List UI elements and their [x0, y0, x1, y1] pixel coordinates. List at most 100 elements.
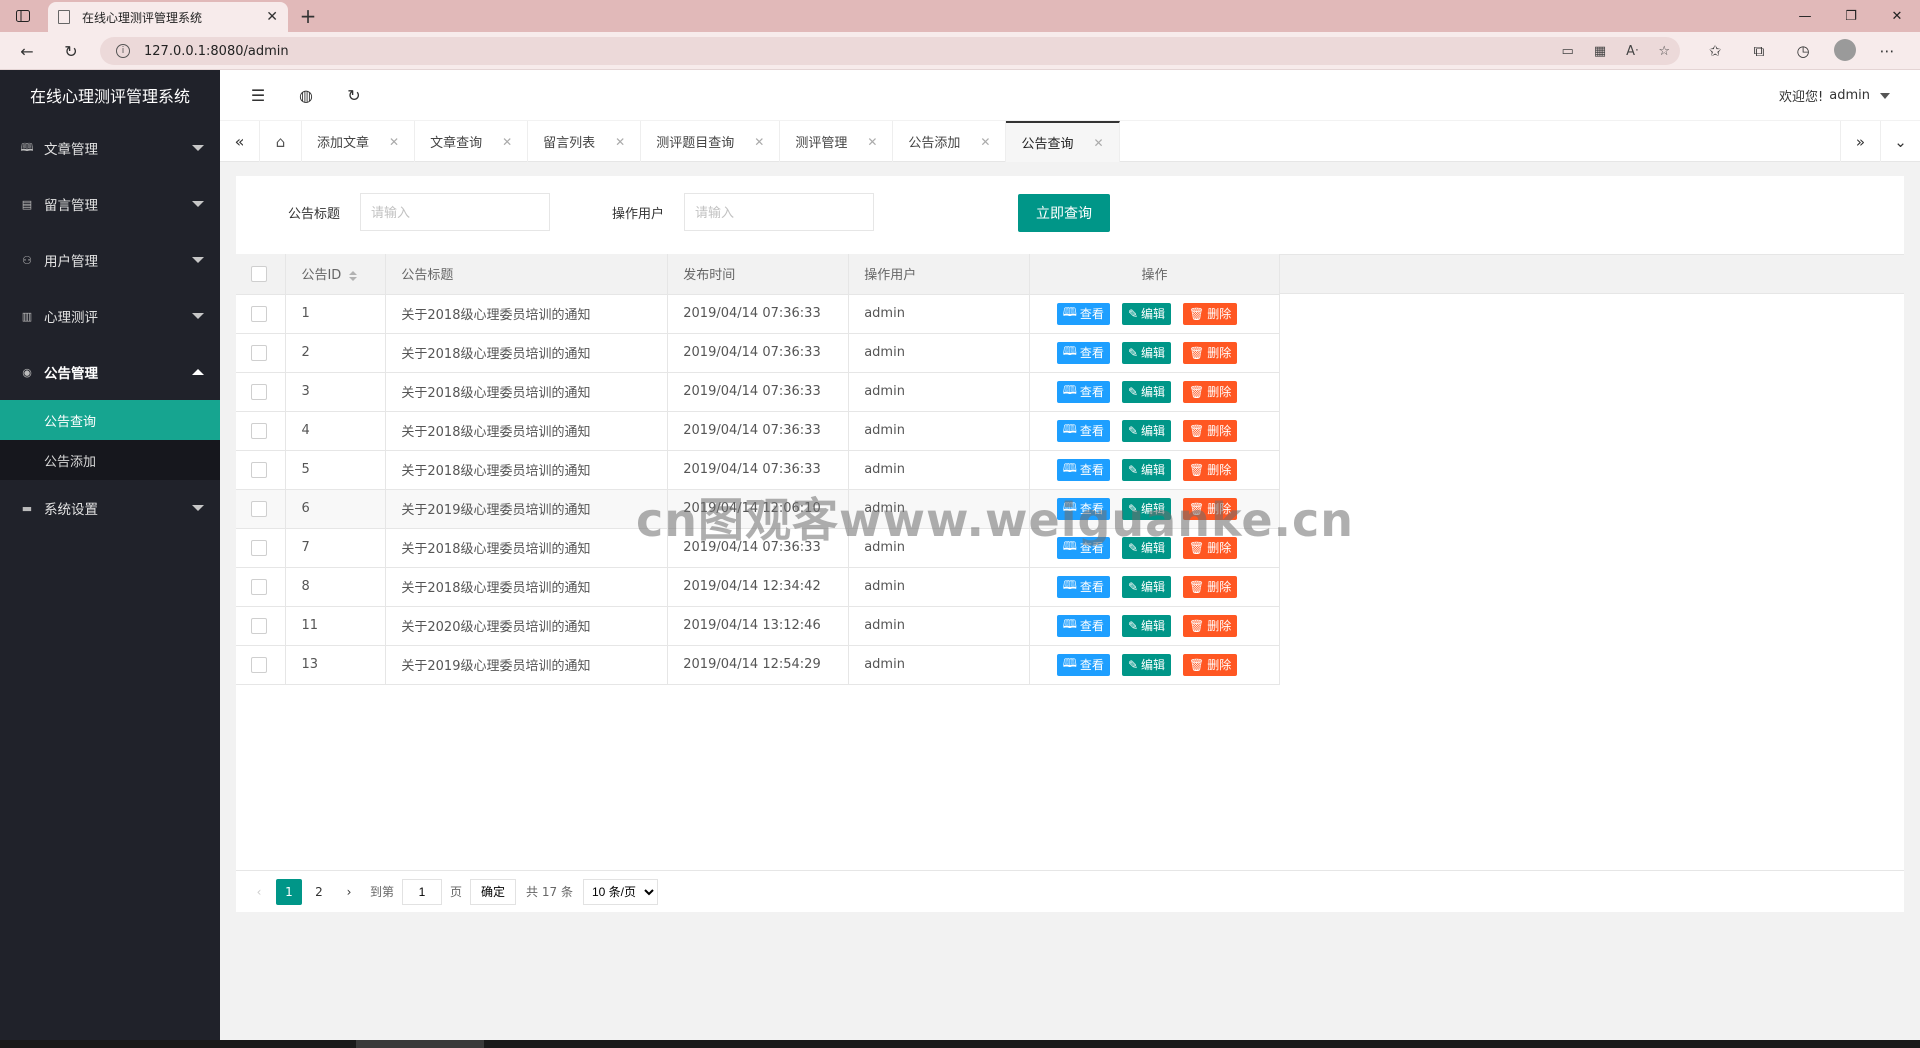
view-button[interactable]: 🕮 查看 [1056, 341, 1110, 364]
notice-title-input[interactable] [360, 193, 550, 231]
tab-close-icon[interactable]: ✕ [754, 135, 764, 149]
delete-button[interactable]: 🗑 删除 [1183, 341, 1238, 364]
page-1-button[interactable]: 1 [276, 878, 302, 905]
edit-button[interactable]: ✎ 编辑 [1121, 341, 1172, 364]
row-checkbox[interactable] [251, 344, 267, 361]
row-checkbox[interactable] [251, 461, 267, 478]
sidebar-subitem-notice-add[interactable]: 公告添加 [0, 440, 220, 480]
total-count: 共 17 条 [526, 885, 573, 899]
row-checkbox[interactable] [251, 656, 267, 673]
tab-message-list[interactable]: 留言列表 ✕ [528, 121, 642, 162]
col-id[interactable]: 公告ID [285, 254, 387, 295]
back-icon[interactable]: ← [14, 39, 40, 63]
sidebar-subitem-notice-query[interactable]: 公告查询 [0, 400, 220, 440]
select-all-checkbox[interactable] [251, 265, 267, 282]
view-button[interactable]: 🕮 查看 [1056, 380, 1110, 403]
goto-page-input[interactable] [402, 878, 443, 905]
cell-id: 3 [285, 372, 387, 412]
tabs-menu-chevron-icon[interactable]: ⌄ [1880, 121, 1920, 162]
tab-notice-query[interactable]: 公告查询 ✕ [1006, 121, 1120, 162]
delete-button[interactable]: 🗑 删除 [1183, 419, 1238, 442]
row-checkbox[interactable] [251, 383, 267, 400]
row-checkbox[interactable] [251, 578, 267, 595]
sidebar-item-users[interactable]: ⚇ 用户管理 [0, 232, 220, 288]
tabs-scroll-left-icon[interactable]: « [220, 121, 260, 162]
add-favorite-icon[interactable]: ☆ [1658, 44, 1670, 59]
delete-button[interactable]: 🗑 删除 [1183, 653, 1238, 676]
device-icon[interactable]: ▭ [1562, 44, 1574, 59]
tab-notice-add[interactable]: 公告添加 ✕ [893, 121, 1007, 162]
more-menu-icon[interactable]: ⋯ [1874, 39, 1900, 63]
tab-question-query[interactable]: 测评题目查询 ✕ [641, 121, 781, 162]
goto-confirm-button[interactable]: 确定 [470, 878, 517, 905]
edit-button[interactable]: ✎ 编辑 [1121, 380, 1172, 403]
edit-button[interactable]: ✎ 编辑 [1121, 653, 1172, 676]
tab-assessment-manage[interactable]: 测评管理 ✕ [780, 121, 894, 162]
new-tab-button[interactable]: + [296, 4, 320, 28]
history-icon[interactable]: ◷ [1790, 39, 1816, 63]
delete-button[interactable]: 🗑 删除 [1183, 380, 1238, 403]
close-window-button[interactable]: ✕ [1874, 0, 1920, 32]
edit-button[interactable]: ✎ 编辑 [1121, 614, 1172, 637]
next-page-icon[interactable]: › [336, 879, 362, 905]
page-2-button[interactable]: 2 [306, 879, 332, 905]
tab-close-icon[interactable]: ✕ [867, 135, 877, 149]
browser-tab[interactable]: 在线心理测评管理系统 ✕ [48, 2, 288, 32]
apps-icon[interactable]: ▦ [1594, 44, 1606, 59]
page-size-select[interactable]: 10 条/页 [582, 878, 658, 905]
sort-icon[interactable] [349, 270, 358, 281]
delete-button[interactable]: 🗑 删除 [1183, 614, 1238, 637]
edit-button[interactable]: ✎ 编辑 [1121, 458, 1172, 481]
edit-button[interactable]: ✎ 编辑 [1121, 302, 1172, 325]
view-button[interactable]: 🕮 查看 [1056, 653, 1110, 676]
sidebar-item-articles[interactable]: 🕮 文章管理 [0, 120, 220, 176]
sidebar-item-notices[interactable]: ◉ 公告管理 [0, 344, 220, 400]
delete-button[interactable]: 🗑 删除 [1183, 458, 1238, 481]
sidebar-item-settings[interactable]: ▬ 系统设置 [0, 480, 220, 536]
edit-button[interactable]: ✎ 编辑 [1121, 419, 1172, 442]
sidebar-item-messages[interactable]: ▤ 留言管理 [0, 176, 220, 232]
menu-collapse-icon[interactable]: ☰ [246, 83, 270, 107]
globe-icon[interactable]: ◍ [294, 83, 318, 107]
operator-input[interactable] [684, 193, 874, 231]
user-menu[interactable]: 欢迎您! admin [1779, 86, 1890, 105]
favorites-icon[interactable]: ✩ [1702, 39, 1728, 63]
collections-icon[interactable]: ⧉ [1746, 39, 1772, 63]
reload-icon[interactable]: ↻ [58, 39, 84, 63]
view-button[interactable]: 🕮 查看 [1056, 614, 1110, 637]
address-bar[interactable]: i 127.0.0.1:8080/admin ▭ ▦ Aᐧ ☆ [100, 37, 1680, 65]
row-checkbox[interactable] [251, 617, 267, 634]
row-checkbox[interactable] [251, 422, 267, 439]
tab-close-icon[interactable]: ✕ [389, 135, 399, 149]
site-info-icon[interactable]: i [116, 44, 130, 58]
prev-page-icon[interactable]: ‹ [246, 879, 272, 905]
view-button[interactable]: 🕮 查看 [1056, 458, 1110, 481]
tab-close-icon[interactable]: ✕ [266, 9, 278, 25]
tabs-scroll-right-icon[interactable]: » [1840, 121, 1880, 162]
delete-button[interactable]: 🗑 删除 [1183, 302, 1238, 325]
tab-article-query[interactable]: 文章查询 ✕ [415, 121, 529, 162]
tab-close-icon[interactable]: ✕ [980, 135, 990, 149]
minimize-button[interactable]: — [1782, 0, 1828, 32]
home-icon[interactable]: ⌂ [260, 121, 302, 162]
search-button[interactable]: 立即查询 [1018, 194, 1110, 232]
tab-close-icon[interactable]: ✕ [1093, 136, 1103, 150]
tab-close-icon[interactable]: ✕ [502, 135, 512, 149]
refresh-icon[interactable]: ↻ [342, 83, 366, 107]
sidebar-item-assessment[interactable]: ▥ 心理测评 [0, 288, 220, 344]
delete-button[interactable]: 🗑 删除 [1183, 575, 1238, 598]
tab-close-icon[interactable]: ✕ [615, 135, 625, 149]
read-aloud-icon[interactable]: Aᐧ [1626, 44, 1638, 59]
profile-avatar[interactable] [1834, 39, 1856, 61]
cell-id: 6 [285, 489, 387, 529]
tab-add-article[interactable]: 添加文章 ✕ [302, 121, 416, 162]
restore-button[interactable]: ❐ [1828, 0, 1874, 32]
row-checkbox[interactable] [251, 500, 267, 517]
row-checkbox[interactable] [251, 539, 267, 556]
browser-sidebar-icon[interactable] [8, 4, 38, 28]
edit-button[interactable]: ✎ 编辑 [1121, 575, 1172, 598]
view-button[interactable]: 🕮 查看 [1056, 575, 1110, 598]
view-button[interactable]: 🕮 查看 [1056, 419, 1110, 442]
view-button[interactable]: 🕮 查看 [1056, 302, 1110, 325]
row-checkbox[interactable] [251, 305, 267, 322]
